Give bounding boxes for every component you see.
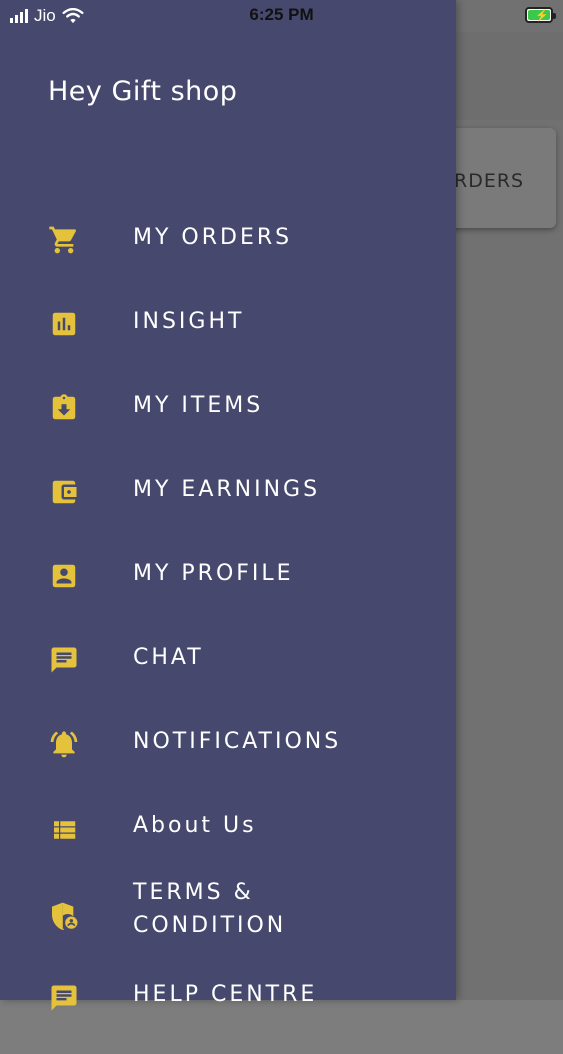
items-icon: [48, 392, 80, 424]
menu-item-label: MY PROFILE: [133, 561, 294, 586]
bell-icon: [48, 728, 80, 760]
profile-icon: [48, 560, 80, 592]
menu-item-label: MY EARNINGS: [133, 477, 321, 502]
menu-item-my-earnings[interactable]: MY EARNINGS: [0, 448, 456, 532]
wallet-icon: [48, 476, 80, 508]
battery-icon: ⚡: [525, 7, 556, 23]
menu-item-terms-condition[interactable]: TERMS & CONDITION: [0, 868, 456, 968]
menu-item-label: MY ITEMS: [133, 393, 264, 418]
menu-item-label: HELP CENTRE: [133, 982, 318, 1007]
help-icon: [48, 982, 80, 1014]
menu-item-chat[interactable]: CHAT: [0, 616, 456, 700]
menu-item-label: About Us: [133, 813, 257, 838]
menu-item-about-us[interactable]: About Us: [0, 784, 456, 868]
menu-item-notifications[interactable]: NOTIFICATIONS: [0, 700, 456, 784]
status-time: 6:25 PM: [249, 5, 314, 24]
menu-item-label: NOTIFICATIONS: [133, 729, 342, 754]
menu-item-my-items[interactable]: MY ITEMS: [0, 364, 456, 448]
menu-item-label: MY ORDERS: [133, 225, 293, 250]
background-card-label: RDERS: [454, 170, 525, 192]
chart-icon: [48, 308, 80, 340]
menu-item-label-line1: TERMS &: [133, 880, 254, 905]
cart-icon: [48, 224, 80, 256]
shield-icon: [48, 900, 80, 932]
menu-item-label-line2: CONDITION: [133, 913, 287, 938]
menu-item-help-centre[interactable]: HELP CENTRE: [0, 970, 456, 1054]
menu-item-my-orders[interactable]: MY ORDERS: [0, 196, 456, 280]
menu-item-my-profile[interactable]: MY PROFILE: [0, 532, 456, 616]
menu-item-insight[interactable]: INSIGHT: [0, 280, 456, 364]
status-bar: Jio 6:25 PM ⚡: [0, 0, 563, 32]
menu-item-label: INSIGHT: [133, 309, 245, 334]
drawer-title: Hey Gift shop: [48, 76, 238, 107]
chat-icon: [48, 644, 80, 676]
list-icon: [48, 814, 80, 846]
menu-item-label: CHAT: [133, 645, 204, 670]
navigation-drawer: Hey Gift shop MY ORDERS INSIGHT MY ITEMS: [0, 0, 456, 1011]
